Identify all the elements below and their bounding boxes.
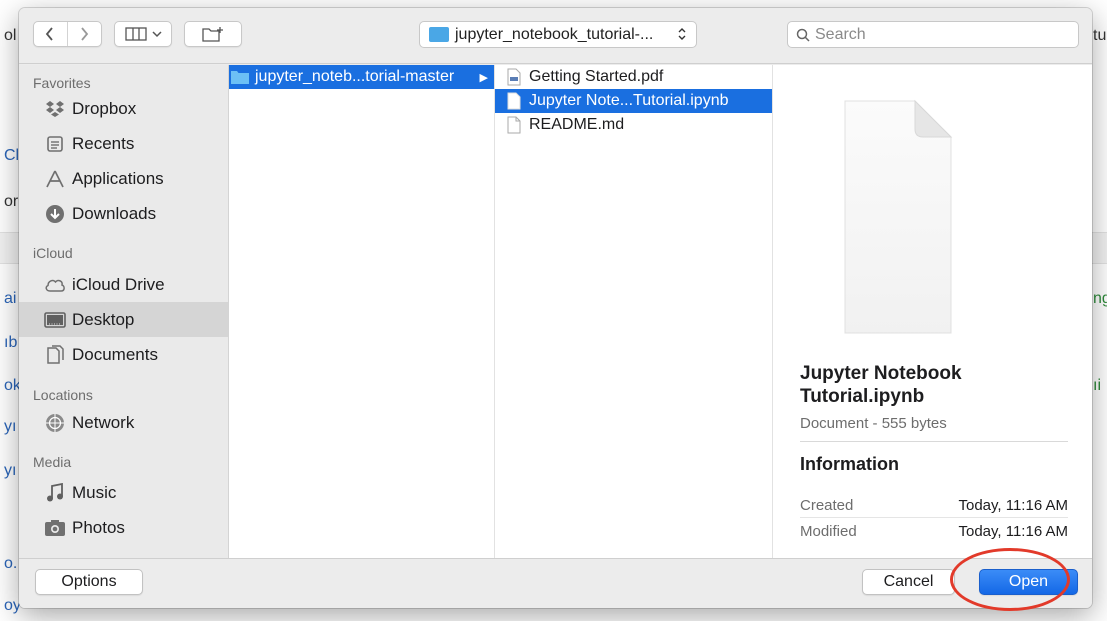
sidebar-item-recents[interactable]: Recents: [19, 126, 228, 161]
sidebar-item-desktop[interactable]: Desktop: [19, 302, 228, 337]
back-button[interactable]: [34, 22, 68, 46]
column-view-icon: [124, 27, 147, 41]
sidebar-item-label: Photos: [72, 517, 125, 537]
options-button[interactable]: Options: [35, 569, 143, 595]
cancel-button[interactable]: Cancel: [862, 569, 955, 595]
info-row-created: Created Today, 11:16 AM: [800, 497, 1068, 514]
background-text: Cl: [4, 147, 20, 164]
sidebar-item-label: Network: [72, 412, 135, 432]
file-row[interactable]: Getting Started.pdf: [495, 65, 772, 89]
up-down-chevron-icon: [677, 26, 687, 45]
forward-button[interactable]: [68, 22, 102, 46]
information-heading: Information: [800, 454, 899, 474]
preview-pane: Jupyter Notebook Tutorial.ipynb Document…: [772, 65, 1092, 558]
chevron-down-icon: [151, 31, 162, 38]
view-mode-button[interactable]: [114, 21, 172, 47]
dialog-bottom-bar: Options Cancel Open: [19, 558, 1092, 608]
pdf-file-icon: [505, 68, 523, 86]
navigation-buttons: [33, 21, 102, 47]
sidebar-section-header: Locations: [33, 387, 93, 403]
sidebar-item-label: Music: [72, 482, 117, 502]
path-popup[interactable]: jupyter_notebook_tutorial-...: [419, 21, 697, 48]
document-icon: [505, 116, 523, 134]
folder-row-label: jupyter_noteb...torial-master: [255, 68, 455, 85]
sidebar-item-label: Recents: [72, 133, 135, 153]
preview-title: Jupyter Notebook Tutorial.ipynb: [800, 363, 962, 407]
folder-icon: [231, 68, 249, 86]
dropbox-icon: [44, 98, 66, 120]
documents-icon: [44, 344, 66, 366]
desktop-icon: [44, 309, 66, 331]
search-input[interactable]: [815, 25, 1055, 44]
sidebar-item-documents[interactable]: Documents: [19, 337, 228, 372]
info-key: Modified: [800, 523, 857, 540]
file-row-selected[interactable]: Jupyter Note...Tutorial.ipynb: [495, 89, 772, 113]
sidebar-item-downloads[interactable]: Downloads: [19, 196, 228, 231]
document-thumbnail-icon: [844, 99, 953, 334]
cloud-icon: [44, 274, 66, 296]
chevron-left-icon: [46, 27, 53, 41]
background-text: yı: [4, 418, 17, 435]
sidebar-section-header: Media: [33, 454, 72, 470]
background-text: tu: [1093, 27, 1107, 44]
sidebar-section-header: iCloud: [33, 245, 73, 261]
folder-row[interactable]: jupyter_noteb...torial-master ▶: [229, 65, 494, 89]
search-icon: [796, 28, 810, 42]
sidebar-item-label: iCloud Drive: [72, 274, 165, 294]
background-text: ai: [4, 290, 17, 307]
dialog-toolbar: jupyter_notebook_tutorial-...: [19, 8, 1092, 64]
file-row[interactable]: README.md: [495, 113, 772, 137]
photos-icon: [44, 517, 66, 539]
path-label: jupyter_notebook_tutorial-...: [455, 25, 654, 43]
background-text: ol: [4, 27, 17, 44]
sidebar-item-label: Documents: [72, 344, 158, 364]
info-value: Today, 11:16 AM: [958, 497, 1068, 514]
downloads-icon: [44, 203, 66, 225]
new-folder-button[interactable]: [184, 21, 242, 47]
folder-icon: [429, 27, 449, 42]
sidebar-item-label: Downloads: [72, 203, 157, 223]
chevron-right-icon: [81, 27, 89, 41]
open-file-dialog: jupyter_notebook_tutorial-... Favorites …: [19, 8, 1092, 608]
column-1: jupyter_noteb...torial-master ▶: [229, 65, 495, 558]
sidebar-item-dropbox[interactable]: Dropbox: [19, 91, 228, 126]
background-text: ng: [1093, 290, 1107, 307]
background-text: or: [4, 193, 19, 210]
background-text: ıb: [4, 334, 18, 351]
preview-subtitle: Document - 555 bytes: [800, 415, 947, 432]
sidebar-item-label: Desktop: [72, 309, 135, 329]
file-row-label: README.md: [529, 116, 625, 133]
sidebar-item-icloud-drive[interactable]: iCloud Drive: [19, 267, 228, 302]
column-2: Getting Started.pdf Jupyter Note...Tutor…: [495, 65, 772, 558]
sidebar-item-applications[interactable]: Applications: [19, 161, 228, 196]
file-row-label: Getting Started.pdf: [529, 68, 664, 85]
divider: [800, 517, 1068, 518]
sidebar-item-photos[interactable]: Photos: [19, 510, 228, 545]
new-folder-icon: [202, 27, 223, 42]
applications-icon: [44, 168, 66, 190]
background-text: ıi: [1093, 377, 1101, 394]
info-value: Today, 11:16 AM: [958, 523, 1068, 540]
music-icon: [44, 482, 66, 504]
sidebar: Favorites Dropbox Recents Applications D…: [19, 65, 229, 558]
background-text: yı: [4, 462, 17, 479]
network-icon: [44, 412, 66, 434]
search-field[interactable]: [787, 21, 1079, 48]
info-key: Created: [800, 497, 854, 514]
disclosure-arrow-icon: ▶: [479, 71, 488, 84]
sidebar-item-network[interactable]: Network: [19, 405, 228, 440]
divider: [800, 441, 1068, 442]
document-icon: [505, 92, 523, 110]
file-browser-columns: jupyter_noteb...torial-master ▶ Getting …: [229, 65, 772, 558]
recents-icon: [44, 133, 66, 155]
sidebar-item-music[interactable]: Music: [19, 475, 228, 510]
annotation-circle: [950, 548, 1070, 611]
sidebar-item-label: Applications: [72, 168, 164, 188]
info-row-modified: Modified Today, 11:16 AM: [800, 523, 1068, 540]
sidebar-section-header: Favorites: [33, 75, 91, 91]
background-text: o.: [4, 555, 18, 572]
sidebar-item-label: Dropbox: [72, 98, 137, 118]
file-row-label: Jupyter Note...Tutorial.ipynb: [529, 92, 729, 109]
